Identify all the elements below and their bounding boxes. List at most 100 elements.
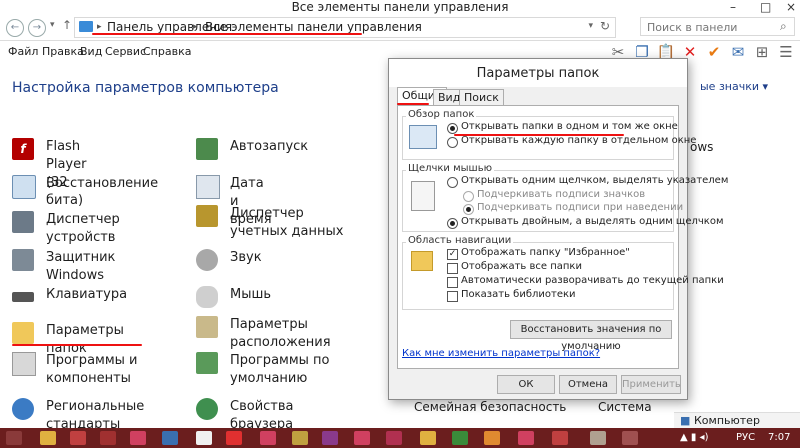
close-icon[interactable]: ×	[786, 0, 796, 14]
app-icon[interactable]	[622, 431, 638, 445]
menu-help[interactable]: Справка	[143, 45, 191, 58]
radio-double-click[interactable]	[447, 218, 458, 229]
app-icon[interactable]	[354, 431, 370, 445]
folder-options-icon[interactable]: ⊞	[752, 42, 772, 62]
app-icon[interactable]	[196, 431, 212, 445]
group-label: Щелчки мышью	[406, 163, 495, 174]
radio-single-click[interactable]	[447, 177, 458, 188]
start-icon[interactable]	[6, 431, 22, 445]
item-label: Автозапуск	[230, 139, 309, 154]
restore-defaults-button[interactable]: Восстановить значения по умолчанию	[510, 320, 672, 352]
recent-dropdown-icon[interactable]: ▾	[50, 20, 55, 30]
status-bar: ■ Компьютер	[674, 412, 800, 429]
checkbox-favorites[interactable]: ✓	[447, 249, 458, 260]
media-icon[interactable]	[130, 431, 146, 445]
group-navigation-pane: Область навигации ✓ Отображать папку "Из…	[402, 235, 724, 310]
item-label: Звук	[230, 250, 262, 265]
group-browse-folders: Обзор папок Открывать папки в одном и то…	[402, 109, 696, 160]
recovery-icon	[12, 175, 36, 199]
menu-edit[interactable]: Правка	[42, 45, 84, 58]
speaker-icon	[196, 249, 218, 271]
properties-icon[interactable]: ☰	[776, 42, 796, 62]
radio-underline-always[interactable]	[463, 191, 474, 202]
control-panel-icon	[79, 21, 93, 32]
option-label: Автоматически разворачивать до текущей п…	[461, 275, 724, 286]
cursor-icon	[411, 181, 435, 211]
checkbox-all-folders[interactable]	[447, 263, 458, 274]
menu-file[interactable]: Файл	[8, 45, 38, 58]
option-label: Подчеркивать подписи при наведении	[477, 202, 684, 213]
dialog-titlebar: Параметры папок	[389, 59, 687, 87]
mouse-icon	[196, 286, 218, 308]
app-icon[interactable]	[260, 431, 276, 445]
folder-icon	[12, 322, 34, 344]
app-icon[interactable]	[518, 431, 534, 445]
app-icon[interactable]	[100, 431, 116, 445]
item-label: Параметры расположения	[230, 317, 331, 350]
menu-view[interactable]: Вид	[80, 45, 102, 58]
item-label: Мышь	[230, 287, 272, 302]
app-icon[interactable]	[420, 431, 436, 445]
item-label: Восстановление	[46, 176, 159, 191]
minimize-icon[interactable]: –	[730, 0, 736, 14]
app-icon[interactable]	[484, 431, 500, 445]
maximize-icon[interactable]: □	[760, 0, 771, 14]
option-label: Открывать папки в одном и том же окне	[461, 121, 678, 132]
explorer-icon[interactable]	[40, 431, 56, 445]
view-mode-selector[interactable]: ые значки ▾	[700, 80, 768, 93]
location-icon	[196, 316, 218, 338]
item-label: Диспетчер учетных данных	[230, 206, 344, 239]
language-indicator[interactable]: РУС	[736, 432, 755, 443]
help-link[interactable]: Как мне изменить параметры папок?	[402, 348, 600, 359]
computer-icon: ■	[680, 414, 691, 427]
taskbar: ▲ ▮ ◂) РУС 7:07	[0, 428, 800, 448]
radio-underline-hover[interactable]	[463, 204, 474, 215]
app-icon[interactable]	[386, 431, 402, 445]
mail-icon[interactable]: ✉	[728, 42, 748, 62]
group-mouse-clicks: Щелчки мышью Открывать одним щелчком, вы…	[402, 163, 728, 232]
clock[interactable]: 7:07	[768, 432, 790, 443]
menu-tools[interactable]: Сервис	[105, 45, 146, 58]
app-icon[interactable]	[452, 431, 468, 445]
item-family-safety[interactable]: Семейная безопасность	[414, 400, 566, 414]
refresh-icon[interactable]: ↻	[600, 19, 610, 33]
tray-icons[interactable]: ▲ ▮ ◂)	[680, 432, 708, 443]
app-icon[interactable]	[552, 431, 568, 445]
view-mode-label: ые значки	[700, 80, 760, 93]
radio-same-window[interactable]	[447, 123, 458, 134]
autoplay-icon	[196, 138, 218, 160]
option-label: Открывать двойным, а выделять одним щелч…	[461, 216, 724, 227]
item-system[interactable]: Система	[598, 400, 652, 414]
item-label: Программы по умолчанию	[230, 353, 330, 386]
option-label: Отображать папку "Избранное"	[461, 247, 630, 258]
app-icon[interactable]	[322, 431, 338, 445]
yandex-browser-icon[interactable]	[226, 431, 242, 445]
breadcrumb-all-items[interactable]: Все элементы панели управления	[205, 20, 422, 34]
annotation-underline-option	[454, 134, 624, 136]
browse-folders-icon	[409, 125, 437, 149]
app-icon[interactable]	[162, 431, 178, 445]
app-icon[interactable]	[590, 431, 606, 445]
forward-button[interactable]: →	[28, 19, 46, 37]
programs-icon	[12, 352, 36, 376]
globe-clock-icon	[12, 398, 34, 420]
group-label: Обзор папок	[406, 109, 477, 120]
up-arrow-icon[interactable]: ↑	[62, 18, 72, 32]
checkmark-icon[interactable]: ✔	[704, 42, 724, 62]
app-icon[interactable]	[70, 431, 86, 445]
apply-button[interactable]: Применить	[621, 375, 681, 394]
option-label: Показать библиотеки	[461, 289, 576, 300]
tab-search[interactable]: Поиск	[459, 89, 504, 105]
search-icon[interactable]: ⌕	[780, 19, 787, 34]
address-dropdown-icon[interactable]: ▾	[588, 21, 593, 31]
app-icon[interactable]	[292, 431, 308, 445]
device-manager-icon	[12, 211, 34, 233]
cancel-button[interactable]: Отмена	[559, 375, 617, 394]
search-input[interactable]: Поиск в панели управления	[640, 17, 795, 53]
ok-button[interactable]: ОК	[497, 375, 555, 394]
globe-icon	[196, 398, 218, 420]
checkbox-libraries[interactable]	[447, 291, 458, 302]
radio-new-window[interactable]	[447, 137, 458, 148]
checkbox-auto-expand[interactable]	[447, 277, 458, 288]
back-button[interactable]: ←	[6, 19, 24, 37]
